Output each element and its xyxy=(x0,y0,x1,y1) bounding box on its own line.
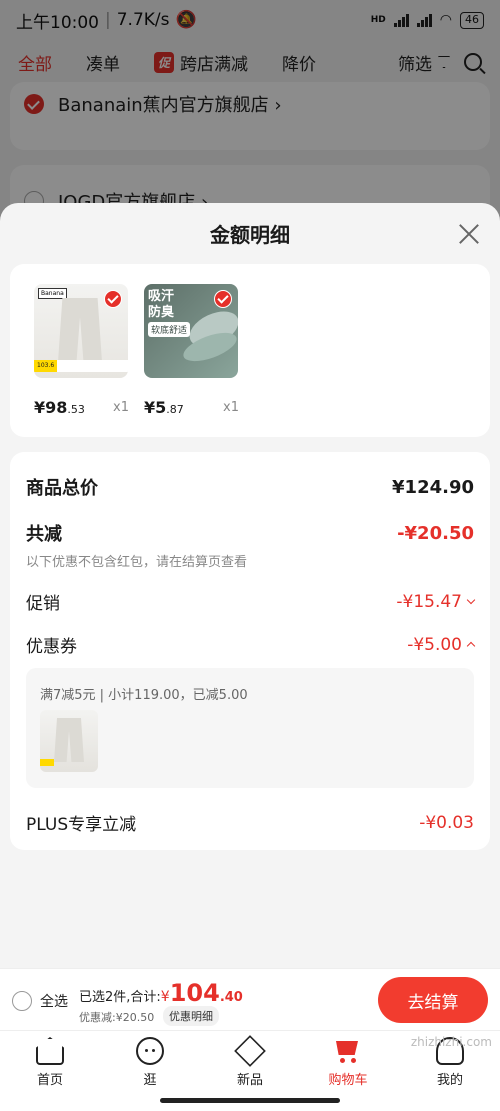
thumb-price-bar: 103.6 xyxy=(34,360,128,372)
goods-card: Banana 103.6 ¥98.53 x1 吸汗 防臭 软底舒适 ¥5.87 x… xyxy=(10,264,490,437)
checkout-bar: 全选 已选2件,合计:¥104.40 优惠减:¥20.50 优惠明细 去结算 xyxy=(0,968,500,1030)
checkout-summary: 已选2件,合计:¥104.40 xyxy=(79,979,243,1007)
box-icon xyxy=(234,1035,266,1067)
chevron-down-icon xyxy=(466,595,476,604)
selected-check-icon xyxy=(214,290,232,308)
tab-cart[interactable]: 购物车 xyxy=(318,1037,378,1088)
coupon-desc: 满7减5元 | 小计119.00，已减5.00 xyxy=(40,688,248,703)
coupon-detail-box: 满7减5元 | 小计119.00，已减5.00 xyxy=(26,668,474,788)
reduce-label: 共减 xyxy=(26,524,62,545)
product-thumbnail: Banana 103.6 xyxy=(34,284,128,378)
pants-image xyxy=(58,298,102,362)
chevron-up-icon xyxy=(466,641,476,650)
select-all-checkbox[interactable] xyxy=(12,991,32,1011)
goods-price-dec: .53 xyxy=(67,403,85,416)
goods-price-dec: .87 xyxy=(166,403,184,416)
amount-detail-sheet: 金额明细 Banana 103.6 ¥98.53 x1 吸汗 防臭 软底舒适 ¥5… xyxy=(0,203,500,968)
tab-browse-label: 逛 xyxy=(143,1073,157,1088)
total-label: 商品总价 xyxy=(26,478,98,499)
watermark: zhizhizhi.com xyxy=(410,1035,492,1049)
selected-check-icon xyxy=(104,290,122,308)
total-row: 商品总价 ¥124.90 xyxy=(26,474,474,500)
insole-sub: 软底舒适 xyxy=(148,322,191,337)
pants-image xyxy=(54,718,84,762)
discount-detail-button[interactable]: 优惠明细 xyxy=(163,1006,219,1026)
plus-row: PLUS专享立减 -¥0.03 xyxy=(26,810,474,836)
goods-item-insole[interactable]: 吸汗 防臭 软底舒适 ¥5.87 x1 xyxy=(144,284,239,417)
promo-label: 促销 xyxy=(26,594,60,614)
coupon-value: -¥5.00 xyxy=(407,634,476,655)
face-icon xyxy=(136,1037,164,1065)
tab-home-label: 首页 xyxy=(36,1073,63,1088)
summary-amount: 104 xyxy=(169,979,220,1007)
tab-new[interactable]: 新品 xyxy=(220,1035,280,1088)
checkout-discount: 优惠减:¥20.50 xyxy=(79,1011,155,1024)
select-all-label[interactable]: 全选 xyxy=(40,991,68,1011)
tab-cart-label: 购物车 xyxy=(328,1073,368,1088)
close-icon[interactable] xyxy=(458,223,480,245)
goods-price: ¥98.53 xyxy=(34,398,85,417)
coupon-row[interactable]: 优惠券 -¥5.00 xyxy=(26,632,476,657)
summary-yen: ¥ xyxy=(160,989,170,1005)
insole-headline: 吸汗 防臭 xyxy=(148,289,174,321)
checkout-button[interactable]: 去结算 xyxy=(378,977,488,1023)
goods-price: ¥5.87 xyxy=(144,398,184,417)
goods-price-int: ¥5 xyxy=(144,398,167,417)
sheet-title: 金额明细 xyxy=(210,223,290,247)
goods-item-pants[interactable]: Banana 103.6 ¥98.53 x1 xyxy=(34,284,129,417)
insole-line1: 吸汗 xyxy=(148,289,175,304)
tab-new-label: 新品 xyxy=(236,1073,263,1088)
coupon-product-thumbnail xyxy=(40,710,98,772)
reduce-value: -¥20.50 xyxy=(397,522,474,544)
summary-prefix: 已选2件,合计: xyxy=(79,990,161,1005)
reduce-row: 共减 -¥20.50 xyxy=(26,520,474,546)
tab-home[interactable]: 首页 xyxy=(20,1037,80,1088)
goods-qty: x1 xyxy=(223,400,239,415)
thumb-price-tag xyxy=(40,759,54,766)
coupon-amount: -¥5.00 xyxy=(407,634,462,655)
home-icon xyxy=(36,1037,64,1065)
total-value: ¥124.90 xyxy=(392,476,474,498)
summary-amount-dec: .40 xyxy=(219,990,243,1005)
promo-amount: -¥15.47 xyxy=(396,591,462,612)
plus-label: PLUS专享立减 xyxy=(26,815,137,835)
goods-price-int: ¥98 xyxy=(34,398,68,417)
insole-line2: 防臭 xyxy=(148,305,175,320)
brand-label: Banana xyxy=(38,288,67,299)
reduce-note: 以下优惠不包含红包，请在结算页查看 xyxy=(26,555,248,570)
cart-icon xyxy=(334,1037,362,1065)
coupon-label: 优惠券 xyxy=(26,637,77,657)
promo-value: -¥15.47 xyxy=(396,591,476,612)
price-detail-card: 商品总价 ¥124.90 共减 -¥20.50 以下优惠不包含红包，请在结算页查… xyxy=(10,452,490,850)
tab-browse[interactable]: 逛 xyxy=(120,1037,180,1088)
product-thumbnail: 吸汗 防臭 软底舒适 xyxy=(144,284,238,378)
plus-value: -¥0.03 xyxy=(419,812,474,833)
tab-me-label: 我的 xyxy=(436,1073,463,1088)
goods-qty: x1 xyxy=(113,400,129,415)
thumb-price-tag: 103.6 xyxy=(34,360,58,372)
promo-row[interactable]: 促销 -¥15.47 xyxy=(26,589,476,614)
home-indicator[interactable] xyxy=(160,1098,340,1103)
